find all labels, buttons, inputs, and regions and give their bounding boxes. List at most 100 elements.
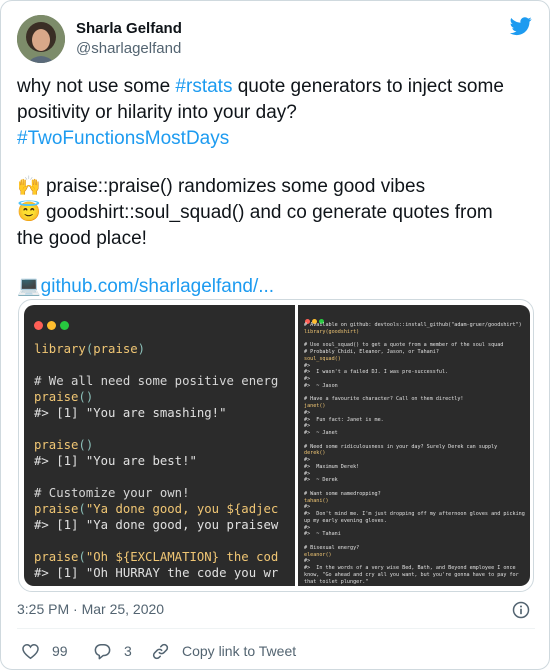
code-comment: # We all need some positive energ bbox=[34, 374, 279, 388]
media-image[interactable]: library(praise) # We all need some posit… bbox=[18, 299, 534, 592]
code-line: know, "Go ahead and cry all you want, bu… bbox=[304, 571, 519, 578]
tweet-line-goodshirt-2: the good place! bbox=[17, 228, 147, 249]
like-count: 99 bbox=[52, 643, 68, 659]
tweet-line-link: 💻github.com/sharlagelfand/... bbox=[17, 274, 533, 300]
code-line: # We all need some positive energ bbox=[34, 373, 278, 389]
hashtag-twofunctionsmostdays[interactable]: #TwoFunctionsMostDays bbox=[17, 126, 533, 152]
code-line: # Available on github: devtools::install… bbox=[304, 322, 522, 328]
code-line: # Want some namedropping? bbox=[304, 490, 381, 497]
code-line: #> bbox=[304, 504, 311, 511]
code-function: praise bbox=[34, 438, 79, 452]
window-controls bbox=[34, 317, 73, 335]
code-line: #> [1] "Ya done good, you praisew bbox=[34, 517, 278, 533]
code-line: #> Maximum Derek! bbox=[304, 463, 360, 470]
avatar[interactable] bbox=[17, 15, 65, 63]
reply-icon bbox=[94, 643, 111, 659]
code-line: library(praise) bbox=[34, 341, 278, 357]
tweet-text-segment: why not use some bbox=[17, 76, 176, 97]
code-function: praise bbox=[34, 502, 79, 516]
tweet-timestamp[interactable]: 3:25 PM · Mar 25, 2020 bbox=[17, 601, 164, 617]
code-line: library(goodshirt) bbox=[304, 328, 360, 335]
code-paren: ( bbox=[78, 390, 86, 404]
code-paren: ) bbox=[85, 390, 94, 404]
tweet-line-2: positivity or hilarity into your day? bbox=[17, 102, 297, 123]
code-line: #> ~ Janet bbox=[304, 430, 338, 436]
raised-hands-icon: 🙌 bbox=[17, 176, 41, 197]
divider bbox=[17, 628, 535, 629]
code-line: janet() bbox=[304, 403, 326, 409]
code-line: #> In the words of a very wise Bed, Bath… bbox=[304, 565, 516, 571]
heart-icon bbox=[22, 643, 39, 659]
code-line: derek() bbox=[304, 450, 326, 457]
code-line: praise() bbox=[34, 389, 278, 405]
tweet-card: Sharla Gelfand @sharlagelfand why not us… bbox=[0, 0, 550, 670]
code-line: praise("Oh ${EXCLAMATION} the cod bbox=[34, 549, 278, 565]
code-line: eleanor() bbox=[304, 551, 332, 558]
tweet-text: why not use some #rstats quote generator… bbox=[17, 74, 533, 300]
code-line: #> ~ Tahani bbox=[304, 531, 341, 538]
code-comment: # Customize your own! bbox=[34, 486, 190, 500]
code-line: #> [1] "You are best!" bbox=[34, 453, 278, 469]
code-string: "Oh ${EXCLAMATION} the cod bbox=[85, 550, 279, 564]
code-line: #> bbox=[304, 470, 311, 477]
code-line: #> bbox=[304, 409, 311, 416]
code-block-praise: library(praise) # We all need some posit… bbox=[34, 341, 278, 581]
code-line: #> ~ Jason bbox=[304, 382, 338, 389]
code-line: #> bbox=[304, 376, 311, 382]
code-paren: ) bbox=[137, 342, 146, 356]
code-line: #> bbox=[304, 558, 311, 565]
code-function: library bbox=[34, 342, 86, 356]
code-pane-praise[interactable]: library(praise) # We all need some posit… bbox=[24, 305, 295, 586]
code-line: #> bbox=[304, 457, 311, 463]
code-line: praise() bbox=[34, 437, 278, 453]
copy-link-button[interactable]: Copy link to Tweet bbox=[151, 638, 296, 664]
github-link[interactable]: github.com/sharlagelfand/... bbox=[41, 276, 274, 297]
code-line: #> [1] "You are smashing!" bbox=[34, 405, 278, 421]
code-line: # Have a favourite character? Call on th… bbox=[304, 396, 464, 403]
info-icon[interactable] bbox=[511, 600, 531, 620]
author-handle[interactable]: @sharlagelfand bbox=[76, 40, 181, 57]
code-line: # Probably Chidi, Eleanor, Jason, or Tah… bbox=[304, 349, 439, 355]
code-line: that toilet plunger." bbox=[304, 578, 369, 585]
like-button[interactable]: 99 bbox=[21, 638, 68, 664]
code-line: #> bbox=[304, 423, 311, 430]
author-name[interactable]: Sharla Gelfand bbox=[76, 20, 182, 37]
code-line: up my early evening gloves. bbox=[304, 517, 387, 524]
laptop-icon: 💻 bbox=[17, 276, 41, 297]
code-paren: ) bbox=[85, 438, 94, 452]
code-function: praise bbox=[34, 550, 79, 564]
tweet-text-segment: goodshirt::soul_squad() and co generate … bbox=[40, 202, 493, 223]
hashtag-rstats[interactable]: #rstats bbox=[175, 76, 232, 97]
code-line: praise("Ya done good, you ${adjec bbox=[34, 501, 278, 517]
angel-face-icon: 😇 bbox=[17, 202, 41, 223]
twitter-bird-icon[interactable] bbox=[509, 15, 533, 37]
code-line: #> ~ Derek bbox=[304, 477, 338, 484]
link-icon bbox=[152, 643, 169, 659]
code-paren: ( bbox=[78, 502, 86, 516]
code-paren: ( bbox=[78, 550, 86, 564]
code-line: soul_squad() bbox=[304, 355, 341, 362]
minimize-dot-icon bbox=[47, 321, 56, 330]
action-bar: 99 3 Copy link to Tweet bbox=[17, 638, 535, 664]
code-line: #> I wasn't a failed DJ. I was pre-succe… bbox=[304, 369, 449, 376]
code-pane-goodshirt[interactable]: # Available on github: devtools::install… bbox=[298, 305, 530, 586]
code-argument: praise bbox=[93, 342, 138, 356]
tweet-text-segment: quote generators to inject some bbox=[232, 76, 504, 97]
code-line: #> [1] "Oh HURRAY the code you wr bbox=[34, 565, 278, 581]
tweet-text-segment: praise::praise() randomizes some good vi… bbox=[40, 176, 426, 197]
code-string: "Ya done good, you ${adjec bbox=[85, 502, 279, 516]
code-line: # Need some ridiculousness in your day? … bbox=[304, 443, 498, 450]
reply-button[interactable]: 3 bbox=[93, 638, 132, 664]
code-paren: ( bbox=[78, 438, 86, 452]
